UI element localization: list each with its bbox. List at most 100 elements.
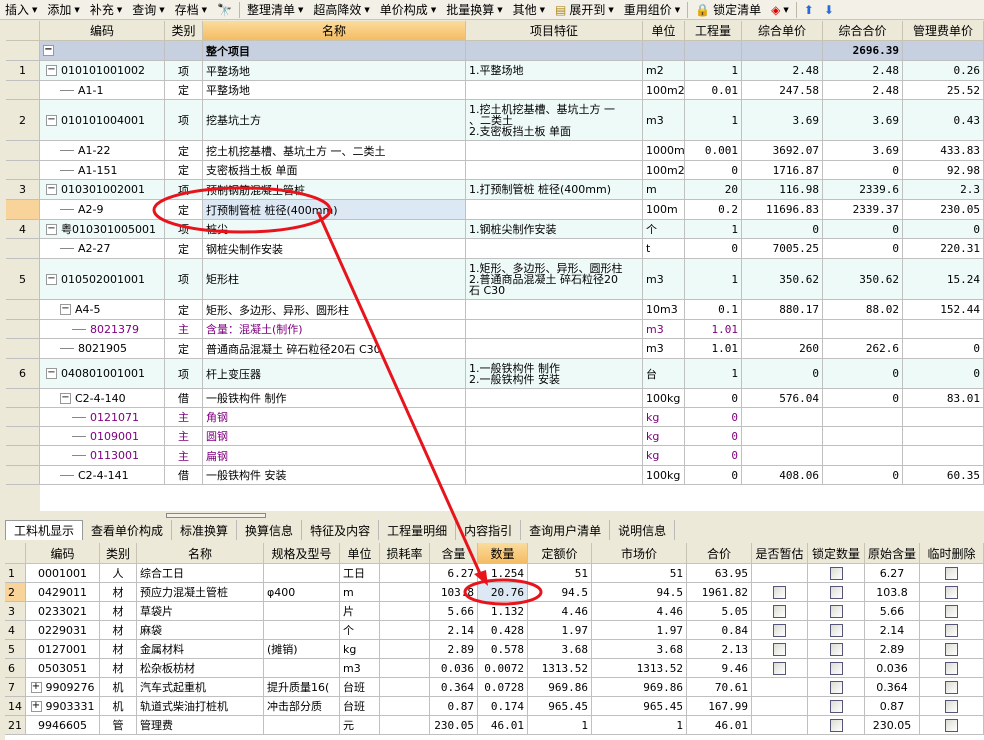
cell-name[interactable]: 松杂板枋材 — [137, 659, 264, 678]
toolbar-button-11[interactable]: ▤ 展开到 ▼ — [550, 1, 619, 18]
cell-unit_price[interactable]: 11696.83 — [742, 200, 823, 220]
cell-qty[interactable]: 1.01 — [685, 339, 742, 359]
cell-quota_price[interactable]: 4.46 — [528, 602, 592, 621]
toolbar-button-6[interactable]: 整理清单 ▼ — [242, 1, 308, 18]
cell-code[interactable]: 0233021 — [26, 602, 100, 621]
cell-del[interactable] — [920, 621, 984, 640]
cell-qty[interactable]: 1 — [685, 259, 742, 300]
cell-code[interactable]: −010101004001 — [40, 100, 165, 141]
cell-qty[interactable]: 0.0728 — [478, 678, 528, 697]
cell-qty[interactable]: 0.428 — [478, 621, 528, 640]
cell-code[interactable]: − 粤010301005001 — [40, 220, 165, 239]
cell-content[interactable]: 103.8 — [430, 583, 478, 602]
cell-feature[interactable] — [466, 161, 643, 180]
cell-qty[interactable]: 0.2 — [685, 200, 742, 220]
cell-name[interactable]: 一般铁构件 制作 — [203, 389, 466, 408]
cell-name[interactable]: 预制钢筋混凝土管桩 — [203, 180, 466, 200]
column-header[interactable]: 编码 — [40, 21, 165, 41]
cell-lock[interactable] — [808, 697, 865, 716]
cell-unit[interactable]: 个 — [340, 621, 380, 640]
cell-feature[interactable] — [466, 141, 643, 161]
cell-orig[interactable]: 0.87 — [865, 697, 920, 716]
cell-unit[interactable]: 台班 — [340, 697, 380, 716]
cell-feature[interactable] — [466, 300, 643, 320]
checkbox-lock[interactable] — [829, 623, 843, 637]
cell-del[interactable] — [920, 564, 984, 583]
cell-type[interactable]: 定 — [165, 339, 203, 359]
cell-qty[interactable]: 0 — [685, 239, 742, 259]
cell-total[interactable]: 9.46 — [687, 659, 752, 678]
cell-total[interactable]: 70.61 — [687, 678, 752, 697]
cell-code[interactable]: 0127001 — [26, 640, 100, 659]
column-header[interactable]: 名称 — [203, 21, 466, 41]
cell-quota_price[interactable]: 3.68 — [528, 640, 592, 659]
cell-type[interactable]: 主 — [165, 446, 203, 466]
cell-del[interactable] — [920, 716, 984, 735]
cell-market_price[interactable]: 965.45 — [592, 697, 687, 716]
cell-unit[interactable]: 100kg — [643, 466, 685, 485]
cell-total[interactable]: 2.48 — [823, 61, 903, 81]
cell-total[interactable]: 0 — [823, 389, 903, 408]
cell-lock[interactable] — [808, 640, 865, 659]
column-header[interactable]: 合价 — [687, 543, 752, 564]
column-header[interactable]: 含量 — [430, 543, 478, 564]
cell-unit_price[interactable]: 247.58 — [742, 81, 823, 100]
cell-name[interactable]: 矩形柱 — [203, 259, 466, 300]
cell-mgmt[interactable]: 0 — [903, 339, 984, 359]
cell-name[interactable]: 轨道式柴油打桩机 — [137, 697, 264, 716]
cell-qty[interactable]: 46.01 — [478, 716, 528, 735]
checkbox-lock[interactable] — [829, 604, 843, 618]
cell-lock[interactable] — [808, 621, 865, 640]
column-header[interactable]: 临时删除 — [920, 543, 984, 564]
cell-lock[interactable] — [808, 716, 865, 735]
cell-quota_price[interactable]: 51 — [528, 564, 592, 583]
cell-code[interactable]: 9946605 — [26, 716, 100, 735]
cell-spec[interactable] — [264, 564, 340, 583]
cell-unit_price[interactable]: 0 — [742, 220, 823, 239]
column-header[interactable]: 管理费单价 — [903, 21, 984, 41]
cell-name[interactable]: 矩形、多边形、异形、圆形柱 — [203, 300, 466, 320]
column-header[interactable]: 类别 — [100, 543, 137, 564]
cell-del[interactable] — [920, 602, 984, 621]
cell-unit[interactable]: kg — [643, 427, 685, 446]
checkbox-lock[interactable] — [829, 680, 843, 694]
cell-total[interactable]: 5.05 — [687, 602, 752, 621]
cell-unit[interactable]: kg — [643, 446, 685, 466]
cell-market_price[interactable]: 969.86 — [592, 678, 687, 697]
cell-qty[interactable]: 20 — [685, 180, 742, 200]
cell-quota_price[interactable]: 1 — [528, 716, 592, 735]
cell-mgmt[interactable]: 0.26 — [903, 61, 984, 81]
cell-estimate[interactable] — [752, 621, 808, 640]
cell-qty[interactable]: 1 — [685, 220, 742, 239]
paint-bucket-button[interactable]: ◈ ▼ — [766, 3, 794, 17]
toolbar-button-4[interactable]: 存档 ▼ — [170, 1, 212, 18]
column-header[interactable] — [5, 543, 26, 564]
cell-orig[interactable]: 0.036 — [865, 659, 920, 678]
cell-type[interactable]: 材 — [100, 621, 137, 640]
cell-feature[interactable] — [466, 339, 643, 359]
cell-qty[interactable]: 0 — [685, 427, 742, 446]
cell-loss[interactable] — [380, 583, 430, 602]
cell-type[interactable]: 项 — [165, 100, 203, 141]
cell-orig[interactable]: 0.364 — [865, 678, 920, 697]
cell-unit_price[interactable]: 576.04 — [742, 389, 823, 408]
cell-type[interactable]: 借 — [165, 389, 203, 408]
cell-loss[interactable] — [380, 640, 430, 659]
table-row[interactable]: A2-9 定 打预制管桩 桩径(400mm) 100m 0.2 11696.83 2339.… — [6, 200, 984, 220]
cell-loss[interactable] — [380, 697, 430, 716]
cell-spec[interactable]: 冲击部分质 — [264, 697, 340, 716]
cell-total[interactable]: 350.62 — [823, 259, 903, 300]
cell-code[interactable]: 0503051 — [26, 659, 100, 678]
toolbar-button-13[interactable]: 🔒 锁定清单 — [690, 1, 766, 18]
table-row[interactable]: 3 0233021 材 草袋片 片 5.66 1.132 4.46 4.46 5.05 5.66 — [5, 602, 984, 621]
collapse-toggle[interactable]: − — [60, 392, 71, 404]
tab-7[interactable]: 查询用户清单 — [521, 520, 611, 540]
cell-loss[interactable] — [380, 564, 430, 583]
cell-name[interactable]: 角钢 — [203, 408, 466, 427]
checkbox-lock[interactable] — [829, 661, 843, 675]
cell-quota_price[interactable]: 1.97 — [528, 621, 592, 640]
cell-code[interactable]: 0121071 — [40, 408, 165, 427]
cell-unit_price[interactable]: 0 — [742, 359, 823, 389]
cell-type[interactable]: 材 — [100, 659, 137, 678]
column-header[interactable]: 规格及型号 — [264, 543, 340, 564]
